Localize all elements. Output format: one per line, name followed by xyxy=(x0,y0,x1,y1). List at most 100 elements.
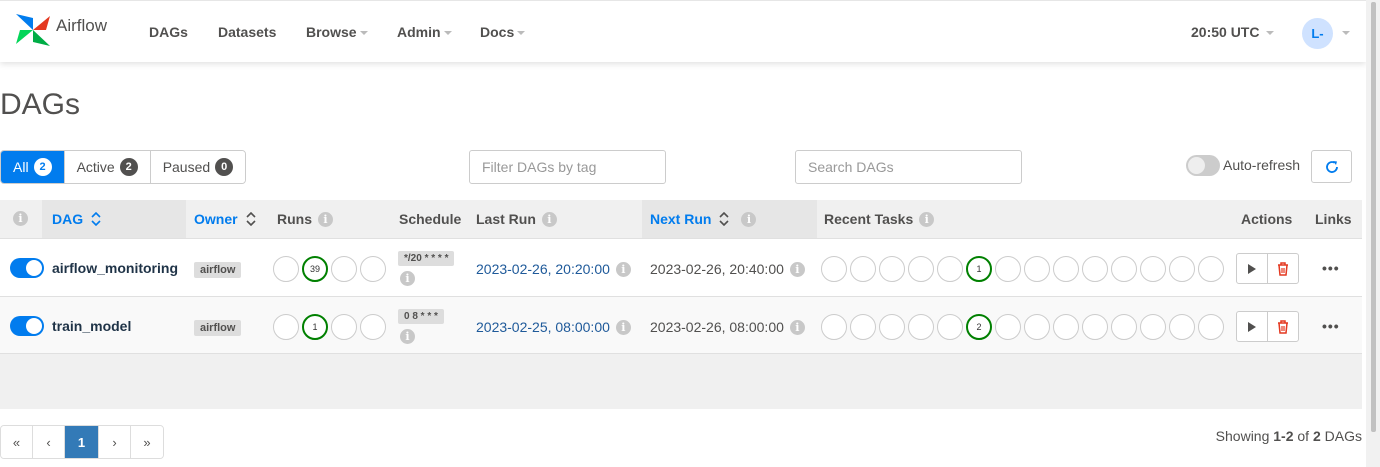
play-icon xyxy=(1247,263,1256,274)
brand-logo-link[interactable]: Airflow xyxy=(14,12,107,48)
nav-admin[interactable]: Admin xyxy=(397,24,452,40)
task-state-circle[interactable] xyxy=(1053,314,1079,340)
info-icon[interactable]: i xyxy=(741,211,757,227)
task-state-circle[interactable] xyxy=(1082,314,1108,340)
column-header-schedule: Schedule xyxy=(399,211,462,227)
page-first-button[interactable]: « xyxy=(1,426,33,458)
trash-icon xyxy=(1277,261,1288,276)
delete-dag-button[interactable] xyxy=(1268,254,1298,283)
page-next-button[interactable]: › xyxy=(99,426,131,458)
count-badge: 0 xyxy=(215,158,234,176)
task-state-circle[interactable] xyxy=(1169,256,1195,282)
info-icon[interactable]: i xyxy=(919,211,935,227)
task-state-circle[interactable] xyxy=(995,256,1021,282)
task-success-circle[interactable]: 2 xyxy=(966,314,992,340)
filter-all-button[interactable]: All 2 xyxy=(1,151,65,183)
task-state-circle[interactable] xyxy=(1111,314,1137,340)
sort-icon xyxy=(246,212,256,226)
run-state-circle[interactable] xyxy=(273,256,299,282)
links-menu-button[interactable]: ••• xyxy=(1322,318,1340,334)
tag-filter-input[interactable] xyxy=(469,150,666,184)
dag-id-link[interactable]: train_model xyxy=(52,318,131,334)
info-icon[interactable]: i xyxy=(400,271,415,286)
scrollbar-thumb[interactable] xyxy=(1371,2,1376,432)
nav-docs[interactable]: Docs xyxy=(480,24,526,40)
info-icon[interactable]: i xyxy=(615,261,631,277)
nav-datasets[interactable]: Datasets xyxy=(218,24,276,40)
chevron-down-icon xyxy=(1266,31,1275,36)
run-success-circle[interactable]: 1 xyxy=(302,314,328,340)
auto-refresh-toggle[interactable] xyxy=(1186,155,1220,176)
task-success-circle[interactable]: 1 xyxy=(966,256,992,282)
dag-id-link[interactable]: airflow_monitoring xyxy=(52,260,178,276)
play-icon xyxy=(1247,321,1256,332)
task-state-circle[interactable] xyxy=(1024,314,1050,340)
run-success-circle[interactable]: 39 xyxy=(302,256,328,282)
last-run-link[interactable]: 2023-02-25, 08:00:00 i xyxy=(476,319,631,335)
info-icon[interactable]: i xyxy=(400,329,415,344)
task-state-circle[interactable] xyxy=(1024,256,1050,282)
chevron-down-icon[interactable] xyxy=(1342,31,1350,35)
trigger-dag-button[interactable] xyxy=(1237,312,1268,341)
delete-dag-button[interactable] xyxy=(1268,312,1298,341)
column-header-next-run[interactable]: Next Run i xyxy=(650,211,757,227)
task-state-circle[interactable] xyxy=(850,314,876,340)
column-header-owner[interactable]: Owner xyxy=(194,211,256,227)
run-state-circle[interactable] xyxy=(360,256,386,282)
refresh-button[interactable] xyxy=(1311,150,1352,183)
timezone-dropdown[interactable]: 20:50 UTC xyxy=(1191,24,1275,40)
task-state-circle[interactable] xyxy=(937,314,963,340)
column-header-actions: Actions xyxy=(1241,211,1293,227)
task-state-circle[interactable] xyxy=(1169,314,1195,340)
run-state-circle[interactable] xyxy=(273,314,299,340)
run-state-circle[interactable] xyxy=(360,314,386,340)
info-icon[interactable]: i xyxy=(789,261,805,277)
task-state-circle[interactable] xyxy=(1140,314,1166,340)
task-state-circle[interactable] xyxy=(937,256,963,282)
trash-icon xyxy=(1277,319,1288,334)
info-icon[interactable]: i xyxy=(541,211,557,227)
task-state-circle[interactable] xyxy=(1198,256,1224,282)
task-state-circle[interactable] xyxy=(821,256,847,282)
trigger-dag-button[interactable] xyxy=(1237,254,1268,283)
schedule-tag: 0 8 * * * xyxy=(398,309,444,324)
task-state-circle[interactable] xyxy=(908,314,934,340)
dag-pause-toggle[interactable] xyxy=(10,258,44,278)
filter-paused-button[interactable]: Paused 0 xyxy=(150,151,246,183)
page-last-button[interactable]: » xyxy=(131,426,163,458)
chevron-down-icon xyxy=(359,31,368,36)
dag-pause-toggle[interactable] xyxy=(10,316,44,336)
task-state-circle[interactable] xyxy=(995,314,1021,340)
owner-tag[interactable]: airflow xyxy=(194,320,242,336)
info-icon[interactable]: i xyxy=(615,319,631,335)
user-avatar[interactable]: L- xyxy=(1302,18,1333,49)
column-header-recent-tasks: Recent Tasks i xyxy=(824,211,935,227)
run-state-circle[interactable] xyxy=(331,256,357,282)
actions-group xyxy=(1236,311,1299,342)
last-run-link[interactable]: 2023-02-26, 20:20:00 i xyxy=(476,261,631,277)
info-icon[interactable]: i xyxy=(318,211,333,227)
run-state-circle[interactable] xyxy=(331,314,357,340)
nav-dags[interactable]: DAGs xyxy=(149,24,188,40)
page-prev-button[interactable]: ‹ xyxy=(33,426,65,458)
info-icon[interactable]: i xyxy=(13,211,28,226)
column-header-dag[interactable]: DAG xyxy=(52,211,101,227)
page-current-button[interactable]: 1 xyxy=(65,426,99,458)
filter-active-button[interactable]: Active 2 xyxy=(64,151,151,183)
task-state-circle[interactable] xyxy=(908,256,934,282)
links-menu-button[interactable]: ••• xyxy=(1322,260,1340,276)
task-state-circle[interactable] xyxy=(1053,256,1079,282)
task-state-circle[interactable] xyxy=(1198,314,1224,340)
owner-tag[interactable]: airflow xyxy=(194,262,242,278)
nav-browse[interactable]: Browse xyxy=(306,24,368,40)
task-state-circle[interactable] xyxy=(850,256,876,282)
info-icon[interactable]: i xyxy=(789,319,805,335)
task-state-circle[interactable] xyxy=(1140,256,1166,282)
task-state-circle[interactable] xyxy=(821,314,847,340)
task-state-circle[interactable] xyxy=(1082,256,1108,282)
task-state-circle[interactable] xyxy=(879,314,905,340)
task-state-circle[interactable] xyxy=(879,256,905,282)
table-row: train_model airflow 1 0 8 * * * i 2023-0… xyxy=(0,296,1362,354)
search-dags-input[interactable] xyxy=(795,150,1022,184)
task-state-circle[interactable] xyxy=(1111,256,1137,282)
